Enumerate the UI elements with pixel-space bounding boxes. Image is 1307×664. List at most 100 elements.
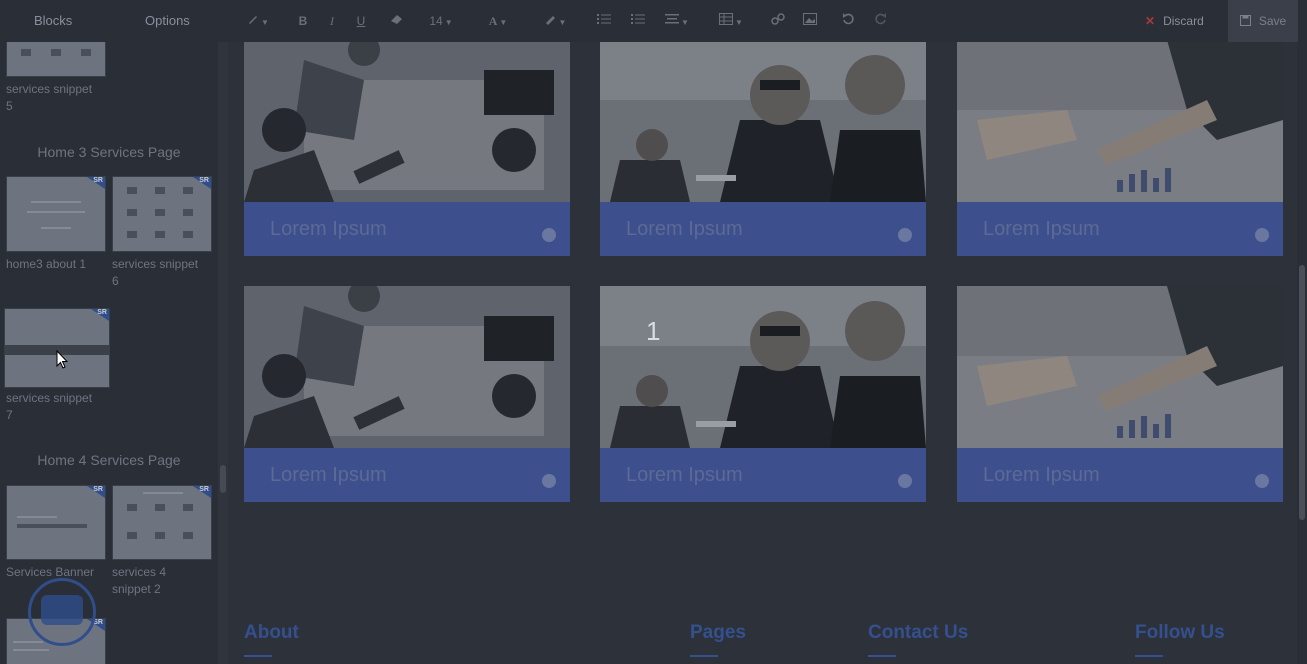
italic-button[interactable]: I [326, 12, 338, 30]
arrow-circle-icon[interactable] [542, 228, 556, 242]
save-label: Save [1258, 14, 1287, 28]
underline-button[interactable]: U [354, 12, 368, 30]
service-card[interactable]: Lorem Ipsum [244, 42, 570, 256]
group-title: Home 3 Services Page [37, 144, 181, 160]
card-band: Lorem Ipsum [244, 202, 570, 256]
chart-hand-photo [957, 42, 1283, 202]
thumb-block [127, 231, 137, 238]
font-size-select[interactable]: 14 ▼ [424, 12, 458, 30]
undo-icon [842, 13, 854, 25]
redo-button[interactable] [872, 12, 888, 30]
bold-icon: B [298, 14, 308, 28]
thumb-line [143, 492, 183, 494]
service-card[interactable]: Lorem Ipsum [957, 42, 1283, 256]
snippet-label: home3 about 1 [6, 257, 87, 271]
arrow-circle-icon[interactable] [898, 228, 912, 242]
canvas-scrollbar-thumb[interactable] [1299, 265, 1305, 520]
service-card[interactable]: Lorem Ipsum [600, 42, 926, 256]
card-title: Lorem Ipsum [983, 218, 1100, 240]
align-button[interactable]: ▼ [660, 12, 694, 30]
thumb-block [183, 209, 193, 216]
bold-button[interactable]: B [296, 12, 310, 30]
thumb-block [155, 187, 165, 194]
image-button[interactable] [802, 12, 818, 30]
brush-icon [545, 16, 555, 25]
card-title: Lorem Ipsum [626, 464, 743, 486]
arrow-circle-icon[interactable] [898, 474, 912, 488]
card-title: Lorem Ipsum [270, 218, 387, 240]
snippet-thumbnail-home3-about-1[interactable]: SR [6, 176, 106, 252]
text-style-button[interactable]: ▼ [244, 12, 272, 30]
thumb-badge: SR [97, 309, 107, 316]
thumb-block [127, 532, 137, 539]
card-band: Lorem Ipsum [600, 202, 926, 256]
thumb-badge: SR [93, 486, 103, 493]
highlight-button[interactable]: ▼ [540, 12, 570, 30]
thumb-block [183, 231, 193, 238]
service-card[interactable]: Lorem Ipsum [957, 286, 1283, 502]
bullet-list-icon [597, 14, 611, 24]
pen-icon [249, 16, 258, 24]
thumb-line [17, 524, 87, 528]
bullet-list-button[interactable] [596, 12, 612, 30]
font-color-icon: A [488, 14, 498, 28]
service-card[interactable]: Lorem Ipsum [244, 286, 570, 502]
thumb-block [155, 209, 165, 216]
chart-hand-photo [957, 286, 1283, 448]
link-button[interactable] [770, 12, 786, 30]
thumb-line [41, 227, 71, 229]
numbered-list-button[interactable] [630, 12, 646, 30]
meeting-table-photo [244, 286, 570, 448]
table-button[interactable]: ▼ [716, 12, 746, 30]
undo-button[interactable] [840, 12, 856, 30]
close-icon: ✕ [1145, 14, 1156, 28]
thumb-line [13, 649, 49, 651]
footer-heading-contact: Contact Us [868, 622, 969, 643]
clear-format-button[interactable] [388, 12, 404, 30]
thumb-block [81, 49, 91, 56]
overlay-number: 1 [646, 316, 661, 346]
meeting-table-photo [244, 42, 570, 202]
footer-rule [1135, 655, 1163, 657]
sidebar-scrollbar-thumb[interactable] [220, 465, 226, 493]
font-size-value: 14 [429, 14, 443, 28]
business-men-photo [600, 286, 926, 448]
footer-heading-pages: Pages [690, 622, 746, 643]
snippet-label: services snippet 7 [6, 391, 93, 422]
snippet-thumbnail-services-5[interactable] [6, 42, 106, 77]
arrow-circle-icon[interactable] [542, 474, 556, 488]
image-icon [803, 13, 817, 25]
arrow-circle-icon[interactable] [1255, 228, 1269, 242]
snippet-thumbnail-services-banner[interactable]: SR [6, 485, 106, 560]
footer-rule [244, 655, 272, 657]
snippet-label: services 4 snippet 2 [112, 565, 167, 596]
save-button[interactable]: Save [1228, 0, 1298, 42]
business-men-photo [600, 42, 926, 202]
arrow-circle-icon[interactable] [1255, 474, 1269, 488]
redo-icon [874, 13, 886, 25]
mouse-cursor-icon [56, 349, 69, 375]
align-icon [665, 14, 680, 24]
italic-icon: I [330, 14, 334, 28]
discard-button[interactable]: ✕ Discard [1145, 0, 1204, 42]
footer-rule [868, 655, 896, 657]
eraser-icon [390, 15, 402, 24]
thumb-line [17, 516, 57, 518]
footer-heading-about: About [244, 622, 299, 643]
snippet-thumbnail-services-6[interactable]: SR [112, 176, 212, 252]
snippet-thumbnail-services-4-snippet-2[interactable]: SR [112, 485, 212, 560]
thumb-line [27, 211, 85, 213]
tab-blocks[interactable]: Blocks [34, 0, 72, 42]
thumb-badge: SR [93, 177, 103, 184]
thumb-block [51, 49, 61, 56]
snippet-thumbnail-services-7[interactable]: SR [4, 308, 110, 388]
card-band: Lorem Ipsum [957, 448, 1283, 502]
card-title: Lorem Ipsum [983, 464, 1100, 486]
card-title: Lorem Ipsum [626, 218, 743, 240]
font-color-button[interactable]: A ▼ [484, 12, 512, 30]
tab-options[interactable]: Options [145, 0, 190, 42]
thumb-block [183, 504, 193, 511]
thumb-badge: SR [199, 177, 209, 184]
thumb-block [155, 504, 165, 511]
sidebar-scrollbar[interactable] [218, 42, 228, 664]
